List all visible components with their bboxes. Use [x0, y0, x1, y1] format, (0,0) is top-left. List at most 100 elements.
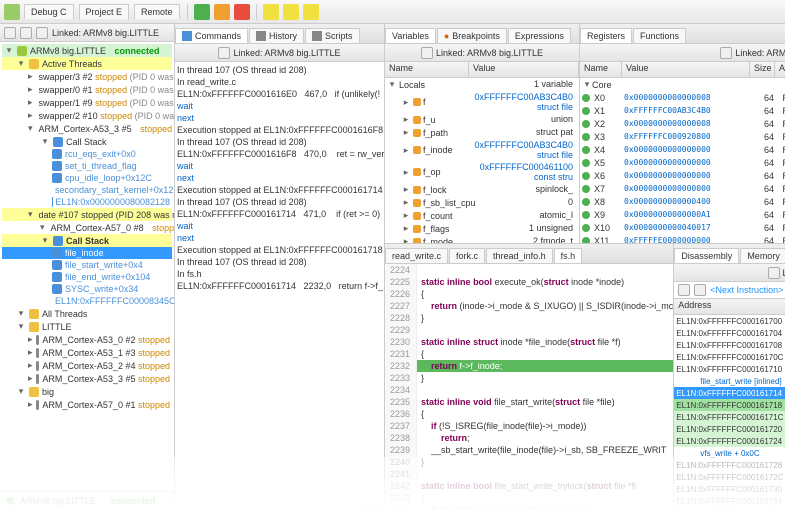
expand-icon[interactable]: [4, 27, 16, 39]
disasm-row[interactable]: EL1N:0xFFFFFFC00016173040000C4CBZx4,{pc}…: [674, 483, 785, 495]
source-line[interactable]: 2232 return f->f_inode;: [385, 360, 673, 372]
thread-item[interactable]: ▸swapper/2 #10 stopped (PID 0 was runnin…: [2, 109, 172, 122]
register-row[interactable]: X50x000000000000000064R/W: [580, 156, 785, 169]
tab-memory[interactable]: Memory: [740, 248, 785, 263]
active-threads[interactable]: ▾ Active Threads: [2, 57, 172, 70]
stack-frame[interactable]: set_ti_thread_flag: [2, 160, 172, 172]
register-row[interactable]: X30xFFFFFFC00092080064R/W: [580, 130, 785, 143]
stop-icon[interactable]: [234, 4, 250, 20]
source-line[interactable]: 2244 if (!S_ISREG(file_inode(file)->i_mo…: [385, 504, 673, 516]
link-icon[interactable]: [36, 27, 48, 39]
disasm-view[interactable]: EL1N:0xFFFFFFC000161700AA1603E2MOVx2,x22…: [674, 315, 785, 527]
disasm-row[interactable]: EL1N:0xFFFFFFC00016172400000000B.EQ{pc}+…: [674, 435, 785, 447]
core-item[interactable]: ▸ARM_Cortex-A53_3 #5 stopped: [2, 372, 172, 385]
core-item[interactable]: ▸ARM_Cortex-A53_0 #2 stopped: [2, 333, 172, 346]
console-output[interactable]: In thread 107 (OS thread id 208)In read_…: [175, 62, 384, 507]
tab-expressions[interactable]: Expressions: [508, 28, 571, 43]
goto-icon[interactable]: [694, 284, 706, 296]
source-line[interactable]: 2225static inline bool execute_ok(struct…: [385, 276, 673, 288]
a57-call-stack-header[interactable]: ▾ Call Stack: [2, 234, 172, 247]
register-row[interactable]: X70x000000000000000064R/W: [580, 182, 785, 195]
stack-frame[interactable]: SYSC_write+0x34: [2, 283, 172, 295]
pause-icon[interactable]: [214, 4, 230, 20]
core-item[interactable]: ▸ARM_Cortex-A53_2 #4 stopped: [2, 359, 172, 372]
source-line[interactable]: 2242static inline bool file_start_write_…: [385, 480, 673, 492]
source-line[interactable]: 2233}: [385, 372, 673, 384]
source-line[interactable]: 2230static inline struct inode *file_ino…: [385, 336, 673, 348]
stack-frame[interactable]: rcu_eqs_exit+0x0: [2, 148, 172, 160]
cortex-a57-core[interactable]: ▾ ARM_Cortex-A57_0 #8 stopped: [2, 221, 172, 234]
expander-icon[interactable]: ▾: [16, 386, 26, 397]
register-row[interactable]: X00x000000000000000864R/W: [580, 91, 785, 104]
locals-row[interactable]: ▾Locals 1 variable: [385, 78, 579, 91]
source-line[interactable]: 2243{: [385, 492, 673, 504]
var-row[interactable]: ▸ f_mode2 fmode_t: [385, 235, 579, 243]
collapse-icon[interactable]: [20, 27, 32, 39]
source-line[interactable]: 2236{: [385, 408, 673, 420]
source-line[interactable]: 2237 if (!S_ISREG(file_inode(file)->i_mo…: [385, 420, 673, 432]
stack-frame[interactable]: file_end_write+0x104: [2, 271, 172, 283]
register-row[interactable]: X110xFFFFFE000000000064R/W: [580, 234, 785, 243]
cortex-a53-core[interactable]: ▾ ARM_Cortex-A53_3 #5 stopped: [2, 122, 172, 135]
source-line[interactable]: 2239 __sb_start_write(file_inode(file)->…: [385, 444, 673, 456]
disasm-row[interactable]: EL1N:0xFFFFFFC00016172CF9401403LDRx4,[x0…: [674, 471, 785, 483]
expander-icon[interactable]: ▾: [40, 136, 50, 147]
debug-tree[interactable]: ▾ ARMv8 big.LITTLE connected ▾ Active Th…: [0, 42, 174, 491]
tab-commands[interactable]: Commands: [175, 28, 248, 43]
disasm-row[interactable]: EL1N:0xFFFFFFC000161708940001FEBLrw_veri…: [674, 339, 785, 351]
register-row[interactable]: X60x000000000000000064R/W: [580, 169, 785, 182]
source-line[interactable]: 2226{: [385, 288, 673, 300]
step-over-icon[interactable]: [283, 4, 299, 20]
disasm-row[interactable]: EL1N:0xFFFFFFC000161704AA0403E3MOVx3,x4: [674, 327, 785, 339]
register-row[interactable]: X90x00000000000000A164R/W: [580, 208, 785, 221]
thread-item[interactable]: ▸swapper/3 #2 stopped (PID 0 was running: [2, 70, 172, 83]
core-item[interactable]: ▸ARM_Cortex-A53_1 #3 stopped: [2, 346, 172, 359]
register-row[interactable]: X10xFFFFFFC00AB3C4B064R/W: [580, 104, 785, 117]
disasm-row[interactable]: EL1N:0xFFFFFFC000161728F9401401LDRx0,[x1…: [674, 459, 785, 471]
source-view[interactable]: 22242225static inline bool execute_ok(st…: [385, 264, 673, 527]
stack-frame[interactable]: EL1N:0xFFFFFFC00008345C: [2, 295, 172, 307]
root-target[interactable]: ▾ ARMv8 big.LITTLE connected: [2, 44, 172, 57]
stack-frame[interactable]: cpu_idle_loop+0x12C: [2, 172, 172, 184]
stack-frame[interactable]: EL1N:0x0000000080082128: [2, 196, 172, 208]
disasm-row[interactable]: EL1N:0xFFFFFFC000161700AA1603E2MOVx2,x22: [674, 315, 785, 327]
disasm-row[interactable]: EL1N:0xFFFFFFC000161738AA1703E3MOVx3,x23: [674, 507, 785, 519]
source-line[interactable]: 2235static inline void file_start_write(…: [385, 396, 673, 408]
tab-disassembly[interactable]: Disassembly: [674, 248, 739, 263]
var-row[interactable]: ▸ f_flags1 unsigned: [385, 222, 579, 235]
call-stack-header[interactable]: ▾ Call Stack: [2, 135, 172, 148]
all-threads[interactable]: ▾ All Threads: [2, 307, 172, 320]
var-row[interactable]: ▸ f_path struct pat: [385, 126, 579, 139]
expander-icon[interactable]: ▾: [40, 222, 45, 233]
tab-threadinfo[interactable]: thread_info.h: [486, 248, 553, 263]
var-row[interactable]: ▸ f_sb_list_cpu0: [385, 196, 579, 209]
expander-icon[interactable]: ▾: [28, 209, 33, 220]
date-thread[interactable]: ▾ date #107 stopped (PID 208 was runnin: [2, 208, 172, 221]
variables-tree[interactable]: ▾Locals 1 variable ▸ f0xFFFFFFC00AB3C4B0…: [385, 78, 579, 243]
disasm-row[interactable]: EL1N:0xFFFFFFC00016171C121E1C21ANDw1,w1,…: [674, 411, 785, 423]
tab-debug[interactable]: Debug C: [24, 4, 74, 19]
registers-table[interactable]: ▾Core X00x000000000000000864R/WX10xFFFFF…: [580, 78, 785, 243]
source-line[interactable]: 2227 return (inode->i_mode & S_IXUGO) ||…: [385, 300, 673, 312]
tab-fsh[interactable]: fs.h: [554, 248, 583, 263]
expander-icon[interactable]: ▾: [28, 123, 33, 134]
expander-icon[interactable]: ▾: [40, 235, 50, 246]
tab-history[interactable]: History: [249, 28, 304, 43]
var-row[interactable]: ▸ f_lock spinlock_: [385, 183, 579, 196]
tab-project[interactable]: Project E: [79, 4, 130, 19]
run-icon[interactable]: [194, 4, 210, 20]
var-row[interactable]: ▸ f_inode0xFFFFFFC00AB3C4B0 struct file: [385, 139, 579, 161]
disasm-row[interactable]: EL1N:0xFFFFFFC00016172071800C3FCMPw0,#0,…: [674, 423, 785, 435]
register-row[interactable]: X20x000000000000000864R/W: [580, 117, 785, 130]
stack-frame[interactable]: file_start_write+0x4: [2, 259, 172, 271]
thread-item[interactable]: ▸swapper/0 #1 stopped (PID 0 was running: [2, 83, 172, 96]
register-row[interactable]: X100x000000000004001764R/W: [580, 221, 785, 234]
core-group[interactable]: ▾Core: [580, 78, 785, 91]
tab-readwrite[interactable]: read_write.c: [385, 248, 448, 263]
source-line[interactable]: 2234: [385, 384, 673, 396]
disasm-row[interactable]: EL1N:0xFFFFFFC00016173CAA1403E1MOVx1,x20: [674, 519, 785, 527]
register-row[interactable]: X40x000000000000000064R/W: [580, 143, 785, 156]
expander-icon[interactable]: ▾: [16, 308, 26, 319]
source-line[interactable]: 2245 return true;: [385, 516, 673, 527]
disasm-row[interactable]: EL1N:0xFFFFFFC000161714LDRx0,[x0,#0x20]: [674, 387, 785, 399]
